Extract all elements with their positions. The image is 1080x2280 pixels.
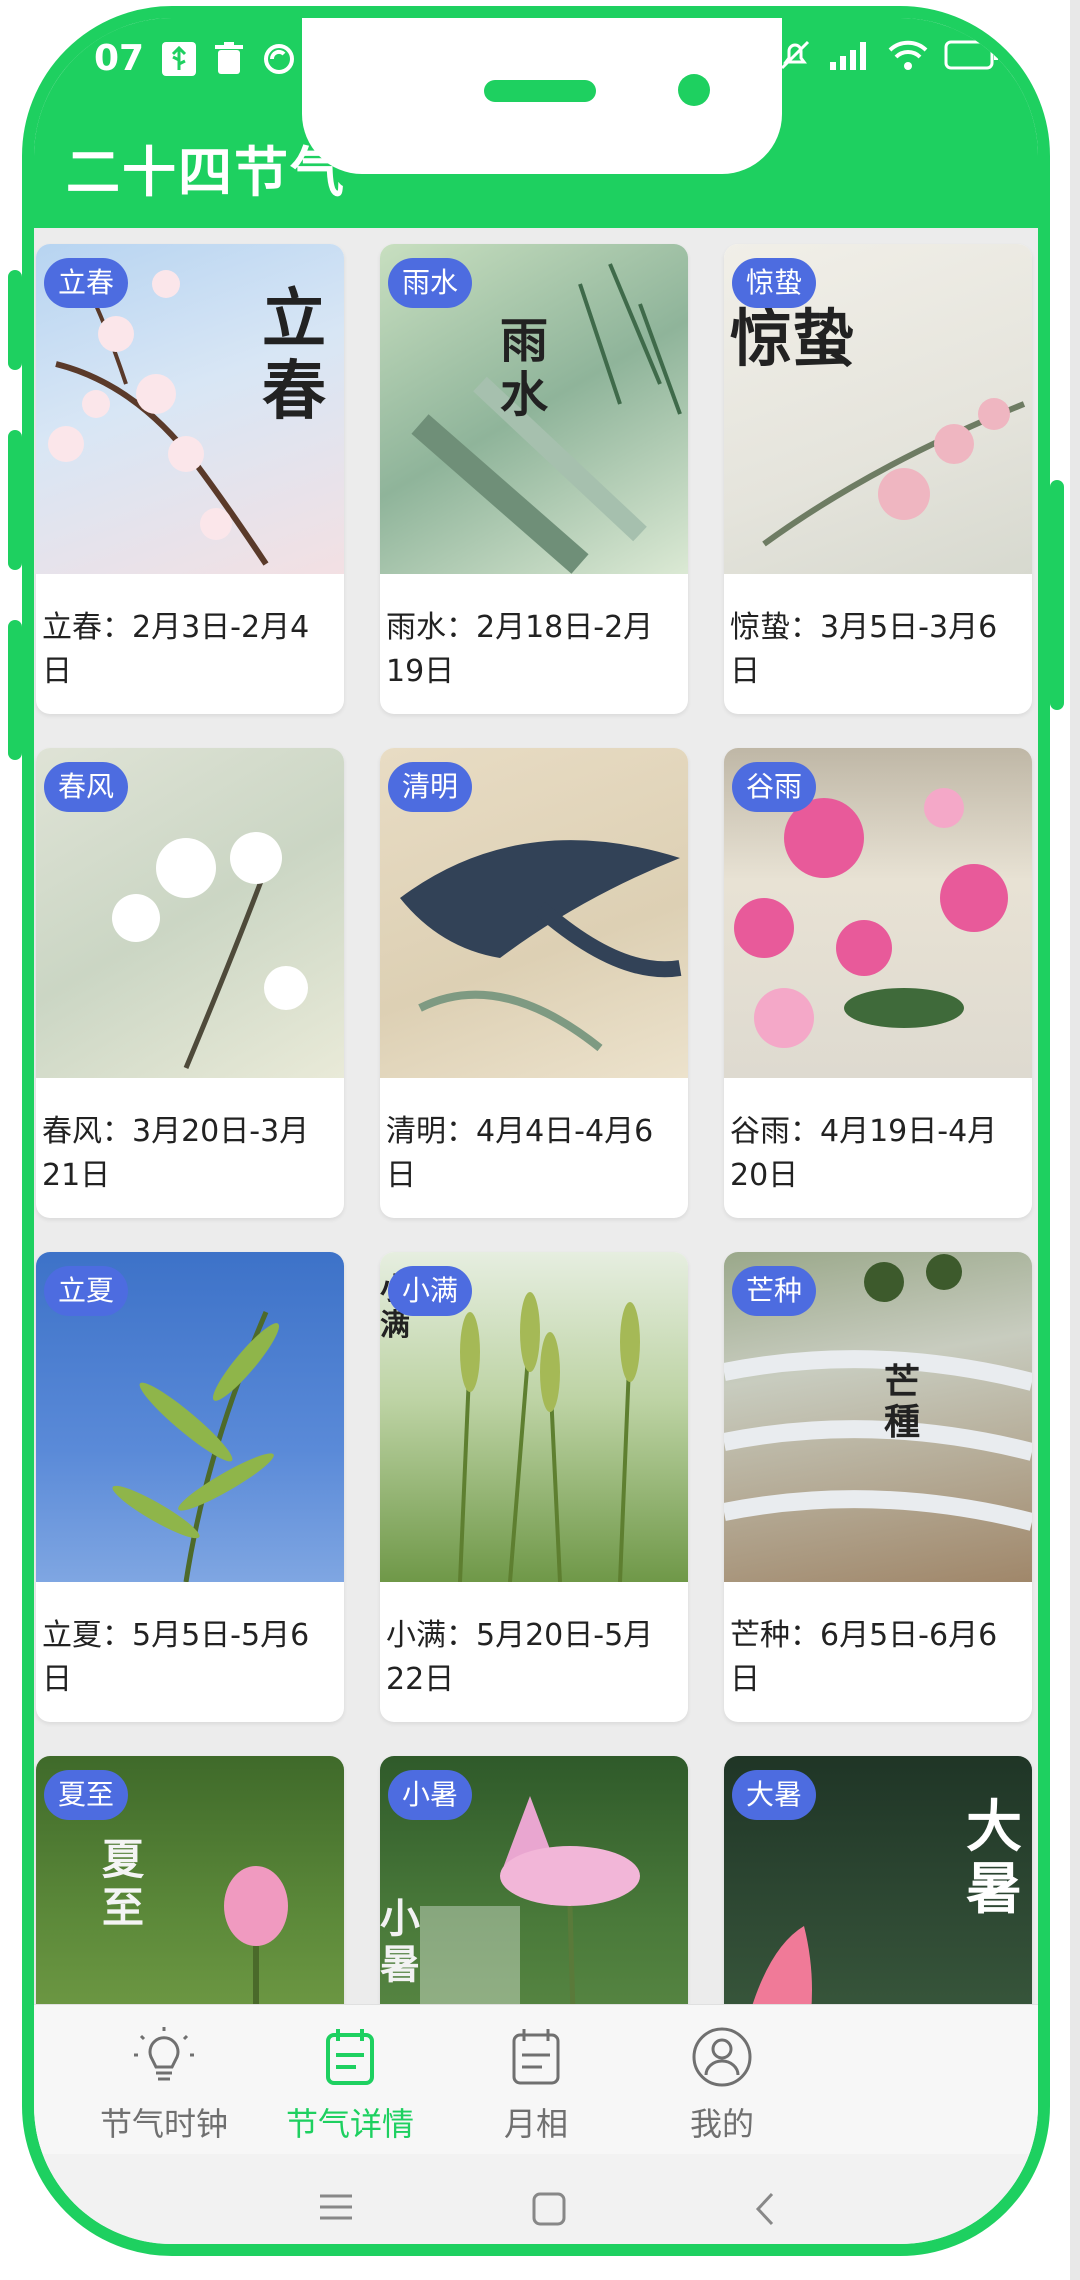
nav-item-moon[interactable]: 月相 bbox=[436, 2025, 636, 2145]
user-icon bbox=[692, 2027, 752, 2087]
image-calligraphy: 夏至 bbox=[102, 1835, 145, 1932]
calendar-icon bbox=[512, 2029, 560, 2085]
term-badge: 夏至 bbox=[44, 1770, 129, 1820]
term-date-text: 立春：2月3日-2月4日 bbox=[42, 610, 310, 689]
back-icon[interactable] bbox=[750, 2190, 780, 2228]
front-camera bbox=[678, 74, 710, 106]
camera-notch bbox=[302, 18, 782, 174]
image-calligraphy: 立春 bbox=[262, 282, 326, 429]
nav-item-mine[interactable]: 我的 bbox=[622, 2025, 822, 2145]
term-date-text: 惊蛰：3月5日-3月6日 bbox=[730, 610, 998, 689]
nav-item-detail[interactable]: 节气详情 bbox=[250, 2025, 450, 2145]
term-date-text: 谷雨：4月19日-4月20日 bbox=[730, 1114, 998, 1193]
home-square-icon[interactable] bbox=[530, 2190, 568, 2228]
card-lichun[interactable]: 立春 立春 立春：2月3日-2月4日 bbox=[36, 244, 344, 714]
right-edge bbox=[1070, 0, 1080, 2280]
phone-frame: 07 二十四节气 立春 立春 立春：2月3日-2月4日 雨水 雨水 雨水：2月1… bbox=[22, 6, 1050, 2256]
card-chunfeng[interactable]: 春风 春风：3月20日-3月21日 bbox=[36, 748, 344, 1218]
term-badge: 谷雨 bbox=[732, 762, 817, 812]
card-xiaoman[interactable]: 小满 小满 小满：5月20日-5月22日 bbox=[380, 1252, 688, 1722]
image-calligraphy: 惊蛰 bbox=[730, 302, 855, 375]
card-guyu[interactable]: 谷雨 谷雨：4月19日-4月20日 bbox=[724, 748, 1032, 1218]
system-navigation-bar bbox=[34, 2154, 1038, 2244]
term-badge: 小满 bbox=[388, 1266, 473, 1316]
term-badge: 大暑 bbox=[732, 1770, 817, 1820]
term-date-text: 春风：3月20日-3月21日 bbox=[42, 1114, 310, 1193]
nav-label-moon: 月相 bbox=[503, 2105, 568, 2143]
wifi-icon bbox=[888, 40, 928, 70]
term-date-text: 小满：5月20日-5月22日 bbox=[386, 1618, 654, 1697]
term-badge: 惊蛰 bbox=[732, 258, 817, 308]
card-jingzhe[interactable]: 惊蛰 惊蛰 惊蛰：3月5日-3月6日 bbox=[724, 244, 1032, 714]
side-button-3 bbox=[8, 620, 22, 760]
image-calligraphy: 雨水 bbox=[500, 313, 549, 423]
term-badge: 芒种 bbox=[732, 1266, 817, 1316]
image-calligraphy: 大暑 bbox=[966, 1794, 1022, 1922]
term-badge: 立夏 bbox=[44, 1266, 129, 1316]
term-badge: 立春 bbox=[44, 258, 129, 308]
signal-icon bbox=[830, 42, 866, 70]
calendar-icon bbox=[326, 2029, 374, 2085]
term-date-text: 芒种：6月5日-6月6日 bbox=[730, 1618, 998, 1697]
nav-item-clock[interactable]: 节气时钟 bbox=[64, 2025, 264, 2145]
card-mangzhong[interactable]: 芒種 芒种 芒种：6月5日-6月6日 bbox=[724, 1252, 1032, 1722]
term-date-text: 雨水：2月18日-2月19日 bbox=[386, 610, 654, 689]
usb-icon bbox=[162, 41, 197, 76]
side-button-right bbox=[1050, 480, 1064, 710]
term-badge: 小暑 bbox=[388, 1770, 473, 1820]
sync-icon bbox=[264, 43, 295, 74]
bulb-icon bbox=[134, 2027, 194, 2081]
trash-icon bbox=[215, 41, 244, 74]
mute-bell-icon bbox=[780, 40, 810, 70]
nav-label-detail: 节气详情 bbox=[285, 2105, 414, 2143]
nav-label-mine: 我的 bbox=[689, 2105, 754, 2143]
image-calligraphy: 芒種 bbox=[884, 1361, 921, 1443]
speaker-slot bbox=[484, 80, 596, 102]
image-calligraphy: 小暑 bbox=[380, 1895, 420, 1988]
term-date-text: 立夏：5月5日-5月6日 bbox=[42, 1618, 310, 1697]
side-button-2 bbox=[8, 430, 22, 570]
app-title: 二十四节气 bbox=[66, 141, 346, 204]
battery-icon bbox=[944, 40, 998, 70]
menu-icon[interactable] bbox=[316, 2190, 356, 2224]
term-badge: 雨水 bbox=[388, 258, 473, 308]
bottom-navigation: 节气时钟 节气详情 月相 我的 bbox=[34, 2004, 1038, 2155]
term-badge: 清明 bbox=[388, 762, 473, 812]
card-qingming[interactable]: 清明 清明：4月4日-4月6日 bbox=[380, 748, 688, 1218]
card-lixia[interactable]: 立夏 立夏：5月5日-5月6日 bbox=[36, 1252, 344, 1722]
term-badge: 春风 bbox=[44, 762, 129, 812]
term-date-text: 清明：4月4日-4月6日 bbox=[386, 1114, 654, 1193]
side-button-1 bbox=[8, 270, 22, 370]
card-yushui[interactable]: 雨水 雨水 雨水：2月18日-2月19日 bbox=[380, 244, 688, 714]
status-time: 07 bbox=[94, 38, 145, 79]
nav-label-clock: 节气时钟 bbox=[99, 2105, 228, 2143]
